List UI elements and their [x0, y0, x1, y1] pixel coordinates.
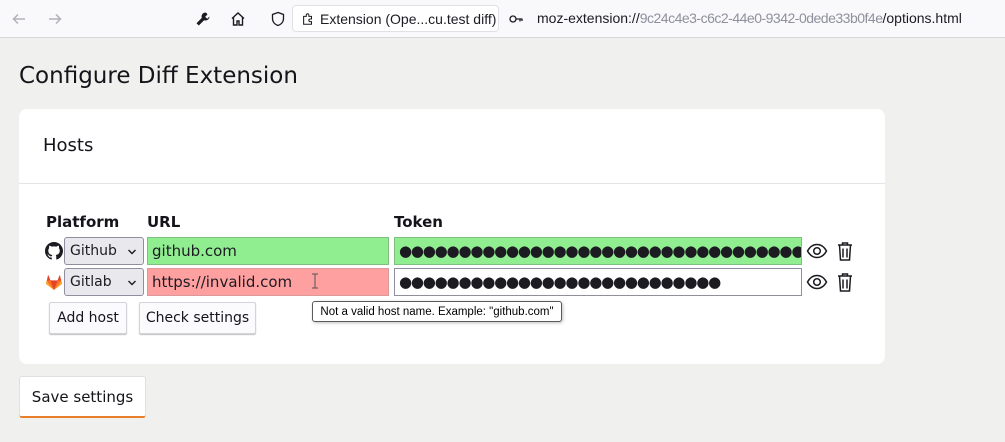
- host-row: Github github.com ●●●●●●●●●●●●●●●●●●●●●●…: [19, 237, 885, 265]
- back-arrow-icon: [12, 13, 25, 25]
- save-settings-button[interactable]: Save settings: [19, 376, 146, 418]
- home-icon: [231, 12, 245, 26]
- home-button[interactable]: [225, 6, 251, 32]
- platform-select-value: Github: [70, 243, 117, 259]
- tracking-protection-button[interactable]: [265, 6, 291, 32]
- hosts-card: Hosts Platform URL Token Github github.c…: [19, 109, 885, 364]
- chevron-down-icon: [128, 280, 136, 286]
- platform-select[interactable]: Github: [64, 237, 144, 265]
- token-column-header: Token: [394, 213, 443, 231]
- url-suffix: /options.html: [882, 10, 962, 26]
- forward-arrow-icon: [49, 13, 62, 25]
- text-cursor-icon: [312, 273, 318, 289]
- platform-column-header: Platform: [46, 213, 120, 231]
- token-input[interactable]: ●●●●●●●●●●●●●●●●●●●●●●●●●●●: [394, 268, 802, 296]
- show-token-button[interactable]: [806, 271, 828, 293]
- gitlab-icon: [46, 275, 62, 290]
- tools-button[interactable]: [190, 6, 216, 32]
- url-input[interactable]: github.com: [147, 237, 389, 265]
- shield-icon: [271, 11, 285, 27]
- add-host-button[interactable]: Add host: [49, 302, 127, 334]
- browser-toolbar: Extension (Ope...cu.test diff) moz-exten…: [0, 0, 1005, 38]
- github-icon: [45, 242, 63, 260]
- trash-icon: [838, 242, 852, 261]
- url-column-header: URL: [147, 213, 181, 231]
- identity-label: Extension (Ope...cu.test diff): [320, 10, 497, 27]
- token-input[interactable]: ●●●●●●●●●●●●●●●●●●●●●●●●●●●●●●●●●●●●●●●●: [394, 237, 802, 265]
- host-row: Gitlab https://invalid.com ●●●●●●●●●●●●●…: [19, 268, 885, 296]
- hosts-title: Hosts: [43, 135, 94, 156]
- permissions-button[interactable]: [503, 6, 529, 32]
- show-token-button[interactable]: [806, 240, 828, 262]
- trash-icon: [838, 273, 852, 292]
- identity-box[interactable]: Extension (Ope...cu.test diff): [292, 5, 499, 32]
- url-input[interactable]: https://invalid.com: [147, 268, 389, 296]
- address-bar-url[interactable]: moz-extension://9c24c4e3-c6c2-44e0-9342-…: [537, 10, 962, 26]
- url-obscured-id: 9c24c4e3-c6c2-44e0-9342-0dede33b0f4e: [639, 10, 883, 26]
- platform-select-value: Gitlab: [70, 274, 112, 290]
- puzzle-piece-icon: [303, 12, 313, 25]
- back-button[interactable]: [6, 6, 32, 32]
- platform-select[interactable]: Gitlab: [64, 268, 144, 296]
- check-settings-button[interactable]: Check settings: [139, 302, 256, 334]
- validation-tooltip: Not a valid host name. Example: "github.…: [312, 301, 562, 322]
- delete-host-button[interactable]: [834, 271, 856, 293]
- eye-icon: [806, 243, 828, 259]
- delete-host-button[interactable]: [834, 240, 856, 262]
- wrench-icon: [196, 12, 210, 26]
- page-title: Configure Diff Extension: [19, 63, 298, 89]
- chevron-down-icon: [128, 249, 136, 255]
- key-icon: [509, 15, 523, 23]
- eye-icon: [806, 274, 828, 290]
- url-prefix: moz-extension://: [537, 10, 640, 26]
- forward-button[interactable]: [42, 6, 68, 32]
- card-divider: [19, 183, 885, 184]
